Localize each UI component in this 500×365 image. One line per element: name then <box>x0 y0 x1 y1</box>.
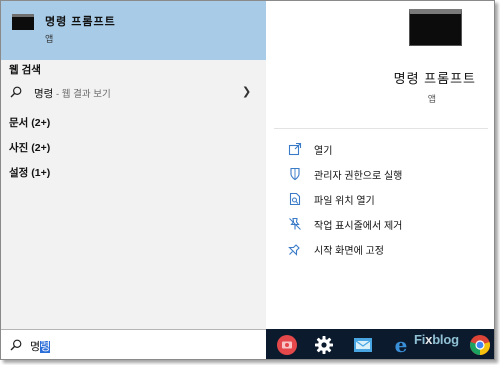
search-box[interactable]: 명령 <box>1 329 266 359</box>
watermark-part-c: blog <box>432 332 459 347</box>
unpin-taskbar-icon <box>289 217 301 230</box>
chrome-icon[interactable] <box>469 334 491 356</box>
action-open-label: 열기 <box>314 145 333 157</box>
detail-title: 명령 프롬프트 <box>393 71 476 86</box>
action-run-as-admin[interactable]: 관리자 권한으로 실행 <box>288 165 402 183</box>
search-icon <box>10 339 22 351</box>
cmd-app-large-icon <box>409 9 462 46</box>
admin-shield-icon <box>290 167 300 181</box>
cmd-app-icon <box>12 14 34 30</box>
divider <box>274 128 488 129</box>
chevron-right-icon: ❯ <box>242 86 252 98</box>
web-query-hint: - 웹 결과 보기 <box>53 89 111 100</box>
mail-app-icon[interactable] <box>352 334 374 356</box>
best-match-name: 명령 프롬프트 <box>45 16 116 28</box>
detail-pane: 명령 프롬프트 앱 열기 관리자 권한으로 실행 파일 위치 열기 작업 표시줄… <box>266 1 494 329</box>
web-query-text: 명령 <box>34 88 54 100</box>
open-icon <box>288 142 302 156</box>
action-pin-to-start-label: 시작 화면에 고정 <box>314 245 384 257</box>
search-text: 명 <box>30 341 41 353</box>
action-pin-to-start[interactable]: 시작 화면에 고정 <box>288 240 384 258</box>
action-run-as-admin-label: 관리자 권한으로 실행 <box>314 170 403 182</box>
best-match-type: 앱 <box>45 34 54 44</box>
svg-text:e: e <box>395 334 408 356</box>
category-settings[interactable]: 설정 (1+) <box>9 165 50 180</box>
watermark-part-a: Fi <box>414 332 426 347</box>
pin-start-icon <box>288 244 300 256</box>
action-unpin-taskbar-label: 작업 표시줄에서 제거 <box>314 220 403 232</box>
settings-gear-icon[interactable] <box>313 334 335 356</box>
start-search-window: 명령 프롬프트 앱 웹 검색 명령 - 웹 결과 보기 ❯ 문서 (2+) 사진… <box>0 0 495 360</box>
results-pane: 명령 프롬프트 앱 웹 검색 명령 - 웹 결과 보기 ❯ 문서 (2+) 사진… <box>1 1 266 329</box>
photos-app-icon[interactable] <box>276 334 298 356</box>
action-open-file-location[interactable]: 파일 위치 열기 <box>288 190 375 208</box>
category-photos[interactable]: 사진 (2+) <box>9 140 50 155</box>
file-location-icon <box>289 192 301 206</box>
action-open[interactable]: 열기 <box>288 140 332 158</box>
taskbar: e Fixblog <box>266 329 494 359</box>
web-search-header: 웹 검색 <box>9 64 41 76</box>
blog-watermark: Fixblog <box>414 332 459 347</box>
action-unpin-taskbar[interactable]: 작업 표시줄에서 제거 <box>288 215 402 233</box>
best-match-item[interactable]: 명령 프롬프트 앱 <box>1 1 266 60</box>
web-search-result[interactable]: 명령 - 웹 결과 보기 ❯ <box>1 81 266 105</box>
search-input[interactable]: 명령 <box>30 338 51 354</box>
action-open-file-location-label: 파일 위치 열기 <box>314 195 375 207</box>
detail-type: 앱 <box>427 94 436 104</box>
search-selected-text: 령 <box>40 341 51 353</box>
category-documents[interactable]: 문서 (2+) <box>9 115 50 130</box>
edge-browser-icon[interactable]: e <box>390 334 412 356</box>
search-icon <box>10 86 22 98</box>
